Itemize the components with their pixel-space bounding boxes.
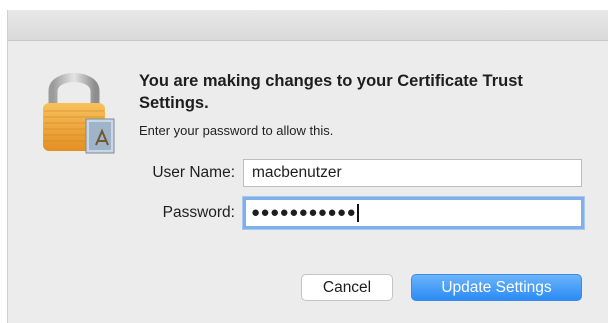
certificate-icon (85, 118, 115, 154)
password-label: Password: (162, 204, 235, 221)
window-titlebar (8, 10, 608, 41)
update-settings-button[interactable]: Update Settings (411, 274, 582, 301)
dialog-subtitle: Enter your password to allow this. (139, 123, 334, 138)
username-field[interactable]: macbenutzer (243, 159, 582, 187)
username-value: macbenutzer (252, 164, 342, 181)
window: You are making changes to your Certifica… (0, 0, 608, 323)
padlock-icon (43, 73, 115, 154)
text-caret (357, 203, 359, 222)
password-field[interactable]: ●●●●●●●●●●● (243, 197, 584, 229)
cancel-button[interactable]: Cancel (301, 274, 393, 301)
username-label: User Name: (152, 164, 235, 181)
dialog-title: You are making changes to your Certifica… (139, 72, 523, 112)
password-masked-value: ●●●●●●●●●●● (251, 204, 357, 221)
